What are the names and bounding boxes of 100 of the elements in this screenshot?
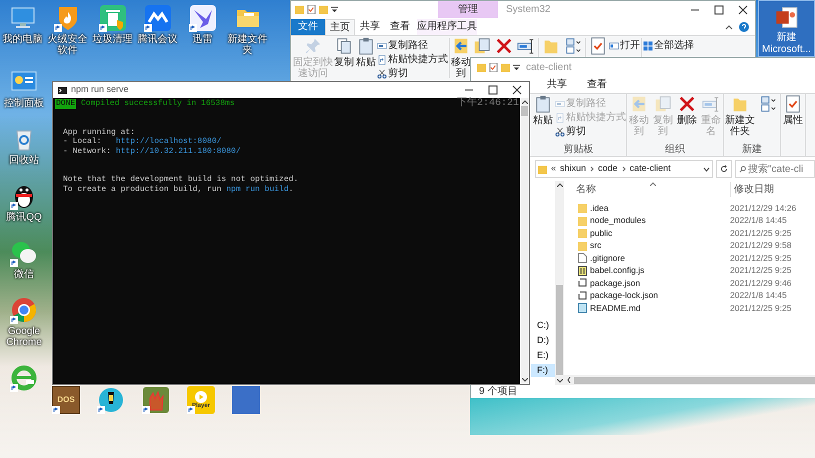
- window-title: npm run serve: [71, 83, 129, 96]
- copy-icon: [335, 37, 353, 55]
- shortcut-arrow-icon: [52, 406, 60, 414]
- trash-can-icon: [98, 4, 126, 32]
- delete-icon: [495, 37, 513, 55]
- chevron-down-icon[interactable]: [522, 378, 528, 382]
- file-name[interactable]: public: [590, 226, 612, 240]
- ribbon-button[interactable]: 剪切: [377, 67, 448, 80]
- terminal-link[interactable]: npm run build: [226, 184, 289, 195]
- ribbon-button[interactable]: 复制路径: [377, 39, 448, 52]
- terminal-text: - Network:: [63, 146, 112, 156]
- breadcrumb-item[interactable]: cate-client: [630, 162, 671, 176]
- column-header[interactable]: 修改日期: [730, 182, 815, 197]
- chevron-right-icon[interactable]: [622, 166, 626, 172]
- scrollbar-thumb[interactable]: [556, 285, 563, 375]
- vertical-scrollbar[interactable]: [555, 181, 564, 385]
- ribbon-tab[interactable]: 查看: [385, 19, 415, 35]
- ribbon-button[interactable]: 全部选择: [643, 39, 694, 52]
- refresh-button[interactable]: [716, 160, 732, 178]
- clipboard-icon: [357, 37, 375, 55]
- checklist-icon: [589, 37, 607, 55]
- nav-drive-item[interactable]: F:): [531, 364, 555, 377]
- text-box-icon: [377, 40, 387, 50]
- folders-icon: [473, 37, 491, 55]
- shortcut-page-icon: [377, 54, 387, 64]
- file-date: 2021/12/25 9:25: [730, 252, 792, 265]
- ribbon-tab[interactable]: 文件: [291, 19, 325, 35]
- folder-icon: [578, 216, 587, 226]
- dropdown-icon[interactable]: [513, 64, 520, 70]
- file-name[interactable]: node_modules: [590, 214, 646, 228]
- breadcrumb-item[interactable]: code: [598, 162, 618, 176]
- checklist-icon[interactable]: [307, 5, 316, 14]
- sort-caret-icon: [650, 182, 656, 186]
- scroll-file-icon: [578, 290, 587, 301]
- dropdown-icon[interactable]: [331, 6, 338, 13]
- file-name[interactable]: src: [590, 239, 602, 252]
- nav-drive-item[interactable]: D:): [531, 334, 555, 347]
- file-name[interactable]: package.json: [590, 276, 640, 290]
- nav-drive-item[interactable]: E:): [531, 349, 555, 362]
- search-field[interactable]: 搜索"cate-cli: [735, 160, 815, 178]
- ribbon-button[interactable]: 剪切: [555, 125, 626, 138]
- ribbon-button[interactable]: 属性: [781, 94, 805, 156]
- scrollbar-thumb[interactable]: [574, 376, 815, 384]
- chevron-right-icon[interactable]: [590, 166, 594, 172]
- ribbon-button[interactable]: 粘贴: [531, 94, 555, 144]
- ribbon-tab[interactable]: 共享: [355, 19, 385, 35]
- chevron-up-icon[interactable]: [556, 183, 562, 187]
- ribbon-button[interactable]: 删除: [675, 94, 699, 144]
- scrollbar-thumb[interactable]: [521, 106, 528, 116]
- terminal-text: To create a production build, run: [63, 184, 222, 195]
- ribbon-tab[interactable]: 应用程序工具: [417, 19, 477, 35]
- ribbon-button[interactable]: 粘贴: [355, 36, 377, 68]
- file-date: 2021/12/25 9:25: [730, 264, 792, 278]
- chevron-left-icon[interactable]: [567, 377, 571, 383]
- terminal-text: Compiled successfully in 16538ms: [80, 99, 235, 109]
- file-name[interactable]: babel.config.js: [590, 264, 644, 278]
- breadcrumb-item[interactable]: shixun: [560, 162, 586, 176]
- breadcrumb-overflow[interactable]: «: [551, 162, 556, 176]
- play-circle-icon: [195, 391, 207, 403]
- ribbon-group-label: 剪贴板: [562, 144, 594, 156]
- clipboard-icon: [534, 95, 552, 113]
- terminal-link[interactable]: http://localhost:8080/: [116, 137, 222, 147]
- scroll-file-icon: [578, 278, 587, 288]
- rename-icon: [517, 37, 535, 55]
- desktop-icon-label[interactable]: 腾讯QQ: [6, 212, 42, 223]
- chevron-up-icon[interactable]: [522, 100, 528, 104]
- vertical-scrollbar[interactable]: [520, 98, 529, 384]
- ribbon-button[interactable]: 移动到: [451, 36, 471, 79]
- script-file-icon: [578, 266, 587, 276]
- ribbon-button[interactable]: 打开: [609, 39, 640, 52]
- collapse-icon[interactable]: [725, 24, 733, 30]
- chevron-down-icon[interactable]: [556, 379, 562, 383]
- window-title: System32: [506, 3, 550, 17]
- ribbon-group-label: 新建: [741, 144, 763, 156]
- terminal-link[interactable]: http://10.32.211.180:8080/: [116, 146, 241, 156]
- ribbon-button[interactable]: 复制: [333, 36, 355, 68]
- ribbon-button[interactable]: 粘贴快捷方式: [377, 53, 448, 66]
- nav-drive-item[interactable]: C:): [531, 319, 555, 332]
- checklist-icon[interactable]: [489, 62, 498, 72]
- column-header[interactable]: 名称: [576, 182, 730, 197]
- chevron-down-icon[interactable]: [703, 166, 710, 172]
- ribbon-tab[interactable]: 查看: [577, 77, 617, 93]
- address-bar[interactable]: « shixun code cate-client: [535, 160, 713, 178]
- file-name[interactable]: .gitignore: [590, 252, 625, 265]
- file-name[interactable]: .idea: [590, 202, 608, 215]
- ribbon-button[interactable]: 新建文件夹: [724, 94, 756, 144]
- horizontal-scrollbar[interactable]: [564, 375, 815, 385]
- shortcut-arrow-icon: [98, 24, 106, 32]
- window-icon: [609, 40, 619, 50]
- file-name[interactable]: package-lock.json: [590, 289, 658, 302]
- search-icon: [739, 166, 746, 172]
- desktop-shortcut[interactable]: 新建 Microsoft...: [758, 0, 815, 57]
- shortcut-arrow-icon: [144, 24, 152, 32]
- shortcut-arrow-icon: [54, 24, 62, 32]
- help-icon[interactable]: [739, 22, 749, 32]
- ribbon-tab[interactable]: 共享: [537, 77, 577, 93]
- window-title: cate-client: [526, 60, 572, 74]
- ribbon-tab[interactable]: 主页: [325, 19, 355, 35]
- terminal-time: 下午2:46:21: [456, 99, 519, 109]
- file-name[interactable]: README.md: [590, 302, 641, 315]
